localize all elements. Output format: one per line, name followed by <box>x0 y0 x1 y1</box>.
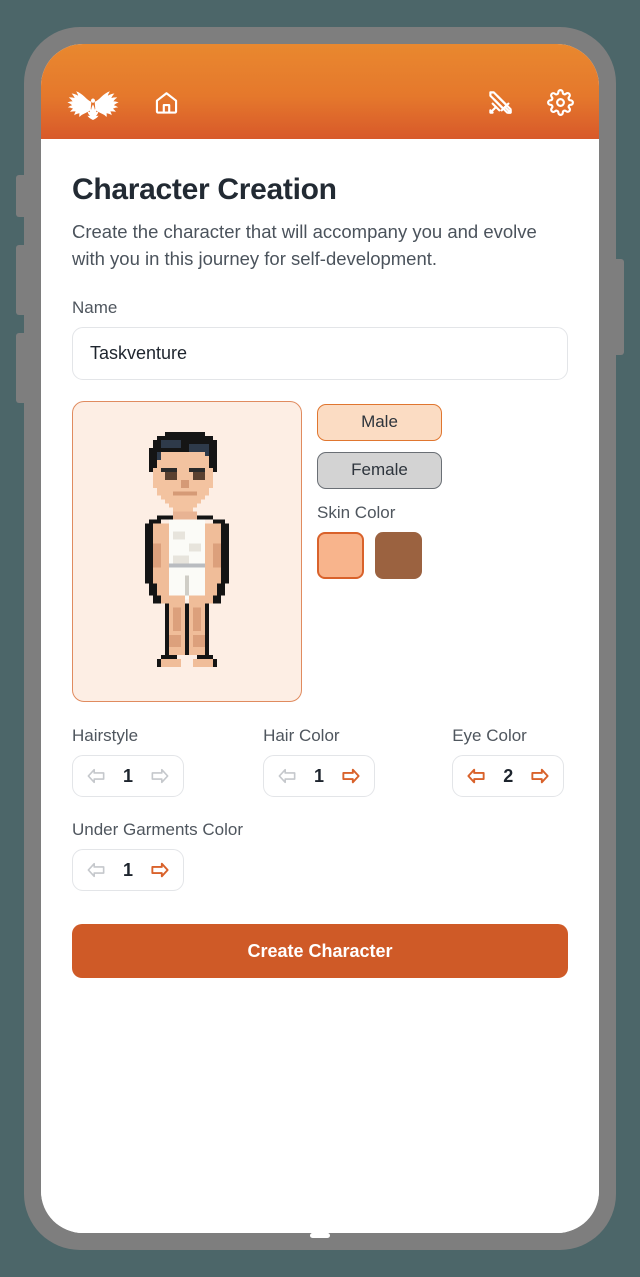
character-row: Male Female Skin Color <box>72 401 568 703</box>
skin-color-label: Skin Color <box>317 503 396 523</box>
stepper-value-hairstyle: 1 <box>122 765 133 786</box>
phone-power-button[interactable] <box>614 259 624 355</box>
stepper-value-under-garments-color: 1 <box>122 859 133 880</box>
stepper-group-under-garments-color: Under Garments Color 1 <box>72 820 568 892</box>
phone-screen: Character Creation Create the character … <box>41 44 599 1233</box>
gear-icon[interactable] <box>545 88 575 118</box>
stepper-row-secondary: Under Garments Color 1 <box>72 820 568 892</box>
stepper-value-eye-color: 2 <box>503 765 514 786</box>
phoenix-logo-icon[interactable] <box>65 86 121 120</box>
character-options: Male Female Skin Color <box>317 401 568 702</box>
stepper-prev-hair-color-icon[interactable] <box>276 765 298 787</box>
name-field-label: Name <box>72 298 118 318</box>
skin-color-swatches <box>317 532 568 580</box>
stepper-value-hair-color: 1 <box>314 765 325 786</box>
page-content: Character Creation Create the character … <box>41 139 599 1233</box>
phone-volume-up-button[interactable] <box>16 245 26 315</box>
character-sprite-image <box>145 432 229 668</box>
header-left-group <box>65 86 181 120</box>
crossed-swords-icon[interactable] <box>485 88 515 118</box>
phone-mute-button[interactable] <box>16 175 26 217</box>
stepper-eye-color: 2 <box>452 755 565 798</box>
stepper-hairstyle: 1 <box>72 755 184 798</box>
app-header <box>41 44 599 139</box>
gender-option-male[interactable]: Male <box>317 404 442 442</box>
home-indicator <box>310 1233 330 1238</box>
stepper-next-under-garments-color-icon[interactable] <box>149 859 171 881</box>
skin-swatch-2[interactable] <box>375 532 422 580</box>
name-input[interactable] <box>72 327 568 381</box>
stepper-group-eye-color: Eye Color 2 <box>452 726 568 798</box>
phone-frame: Character Creation Create the character … <box>16 27 624 1250</box>
stepper-hair-color: 1 <box>263 755 376 798</box>
stepper-next-hair-color-icon[interactable] <box>340 765 362 787</box>
stepper-group-hairstyle: Hairstyle 1 <box>72 726 263 798</box>
stepper-prev-eye-color-icon[interactable] <box>465 765 487 787</box>
stepper-next-hairstyle-icon[interactable] <box>149 765 171 787</box>
stepper-row-primary: Hairstyle 1 Hair Color 1 Eye Color 2 <box>72 726 568 798</box>
stepper-under-garments-color: 1 <box>72 849 184 892</box>
gender-option-female[interactable]: Female <box>317 452 442 490</box>
phone-volume-down-button[interactable] <box>16 333 26 403</box>
stepper-label-hair-color: Hair Color <box>263 726 340 746</box>
page-title: Character Creation <box>72 173 337 206</box>
create-character-button[interactable]: Create Character <box>72 924 568 979</box>
stepper-prev-hairstyle-icon[interactable] <box>85 765 107 787</box>
stepper-next-eye-color-icon[interactable] <box>529 765 551 787</box>
character-preview <box>72 401 302 703</box>
skin-swatch-1[interactable] <box>317 532 364 580</box>
stepper-label-hairstyle: Hairstyle <box>72 726 139 746</box>
header-right-group <box>485 88 575 118</box>
stepper-prev-under-garments-color-icon[interactable] <box>85 859 107 881</box>
stepper-label-under-garments-color: Under Garments Color <box>72 820 244 840</box>
stepper-group-hair-color: Hair Color 1 <box>263 726 452 798</box>
page-subtitle: Create the character that will accompany… <box>72 221 537 269</box>
stepper-label-eye-color: Eye Color <box>452 726 527 746</box>
home-icon[interactable] <box>151 88 181 118</box>
